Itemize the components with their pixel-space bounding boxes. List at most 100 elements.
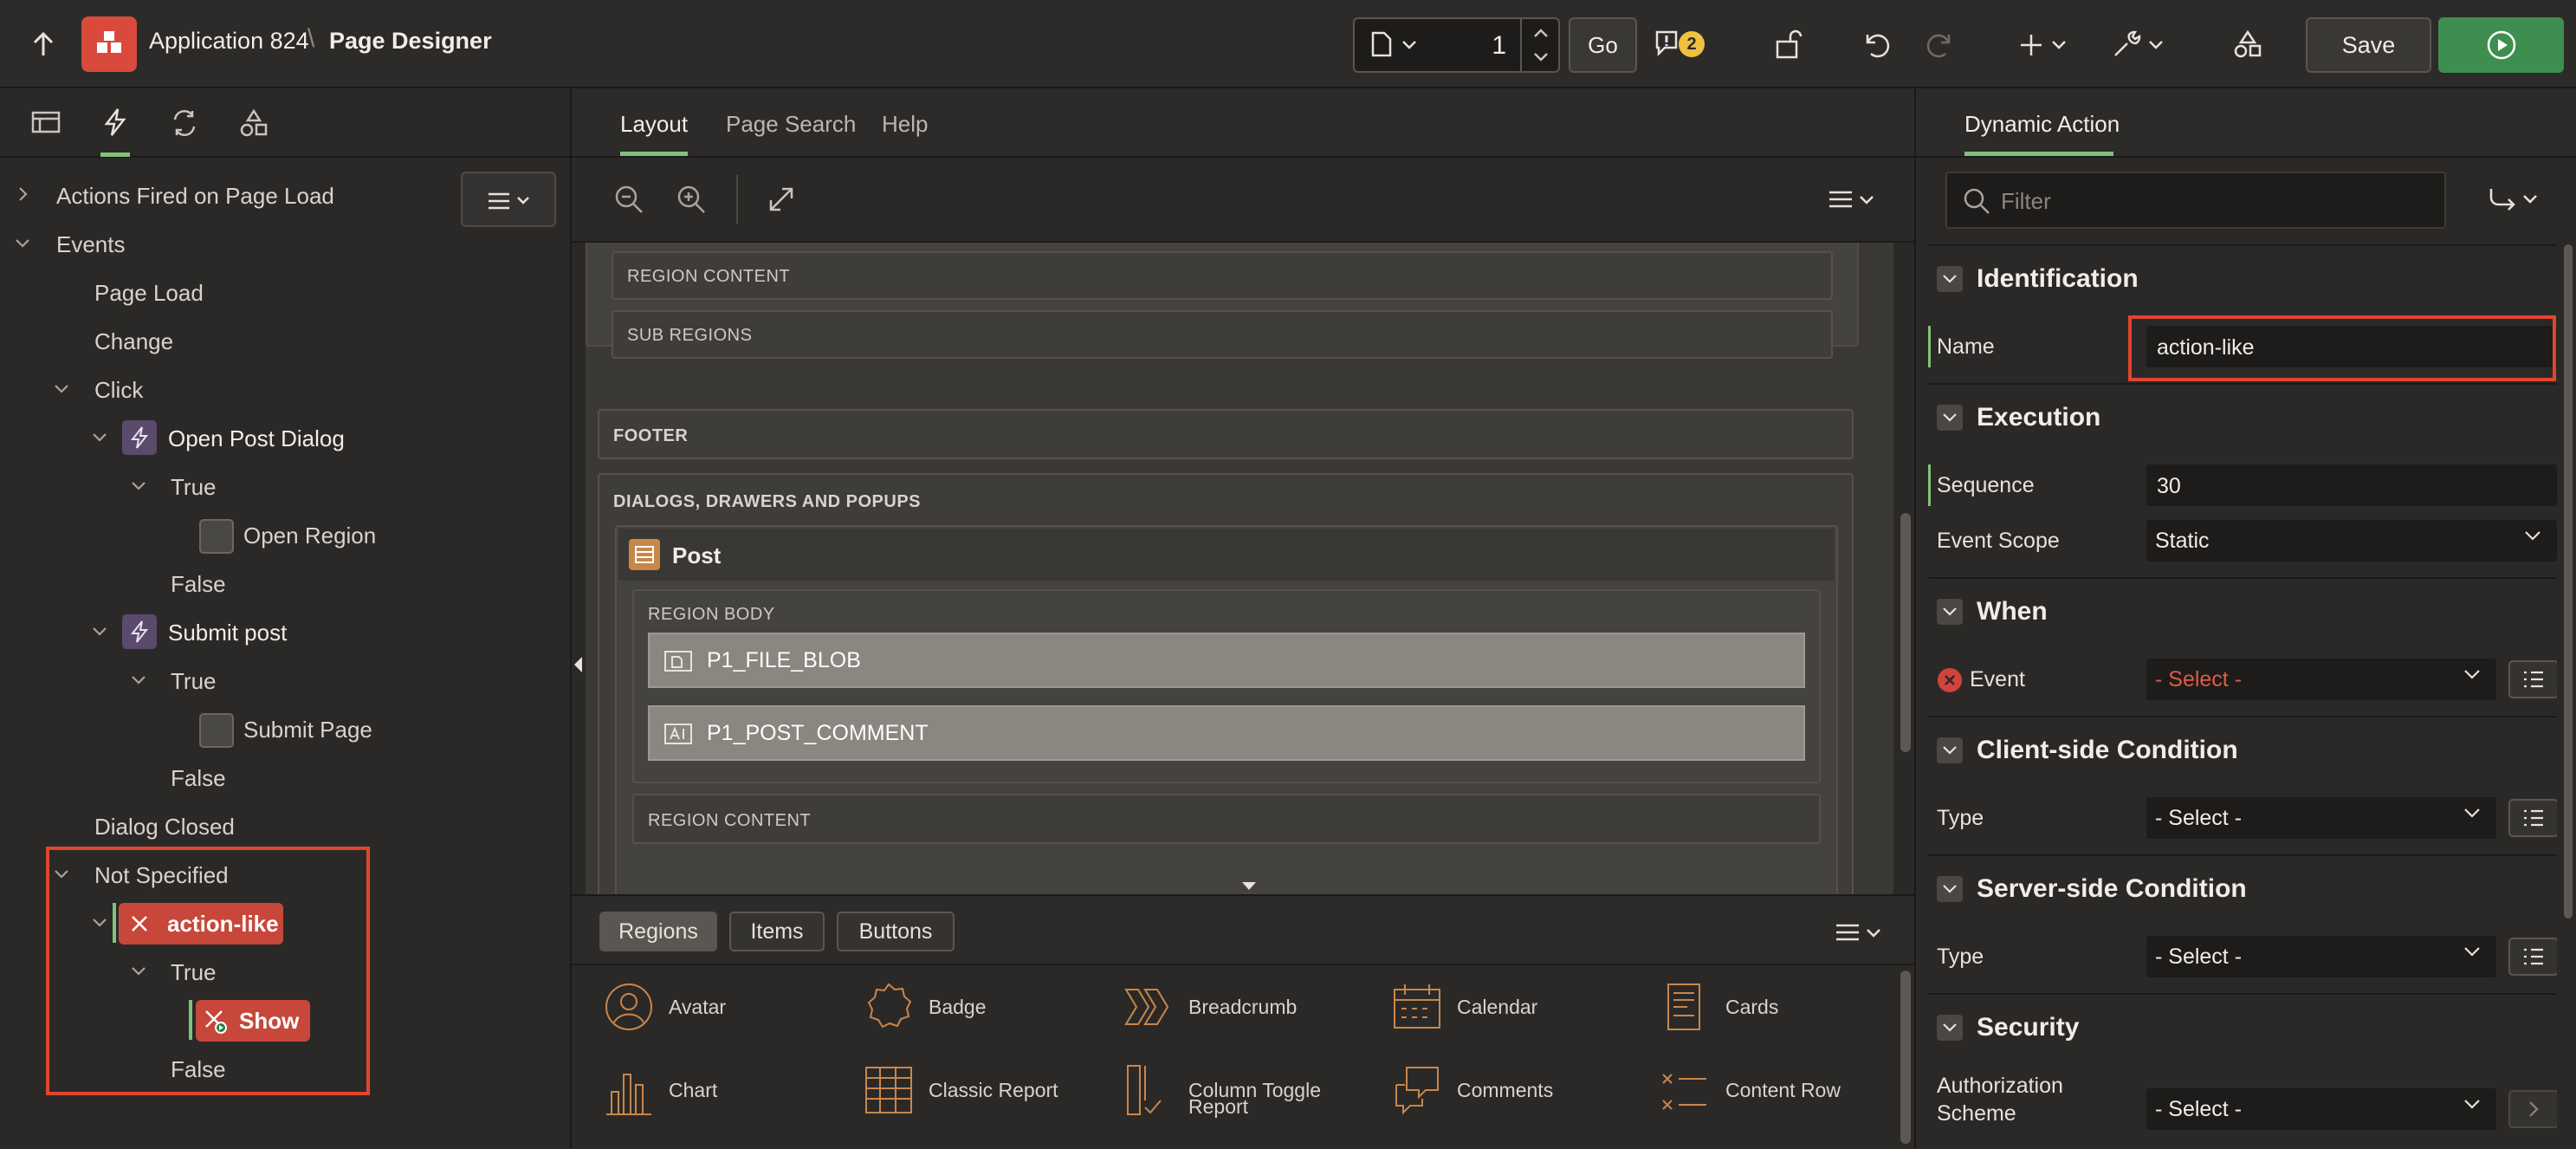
tree-node-events[interactable]: Events (56, 231, 126, 258)
tab-help[interactable]: Help (882, 111, 928, 138)
tree-node-true[interactable]: True (171, 474, 217, 501)
utilities-wrench-icon[interactable] (2112, 29, 2167, 59)
messages-count-badge[interactable]: 2 (1679, 31, 1705, 57)
server-type-select[interactable]: - Select - (2146, 936, 2496, 977)
tab-page-search[interactable]: Page Search (726, 111, 856, 138)
gallery-tab-regions[interactable]: Regions (599, 912, 717, 951)
gallery-item-content-row[interactable]: Content Row (1660, 1062, 1841, 1118)
event-select[interactable]: - Select - (2146, 659, 2496, 700)
group-identification[interactable]: Identification (1928, 244, 2557, 312)
sequence-field[interactable]: 30 (2146, 464, 2557, 506)
save-button[interactable]: Save (2306, 17, 2431, 73)
tree-node-true[interactable]: True (171, 668, 217, 695)
filter-input[interactable] (2001, 185, 2434, 217)
processing-icon[interactable] (170, 109, 199, 137)
chevron-down-icon[interactable] (130, 480, 147, 492)
list-of-values-button[interactable] (2508, 938, 2557, 976)
post-region-header[interactable] (618, 529, 1835, 581)
canvas-scrollbar[interactable] (1900, 513, 1911, 752)
gallery-tabs: Regions Items Buttons (572, 894, 1914, 965)
expand-icon[interactable] (767, 185, 795, 213)
chevron-down-icon[interactable] (14, 237, 31, 250)
gallery-item-calendar[interactable]: Calendar (1391, 981, 1537, 1033)
property-scrollbar[interactable] (2564, 244, 2573, 919)
list-of-values-button[interactable] (2508, 799, 2557, 837)
zoom-in-icon[interactable] (676, 184, 707, 215)
undo-icon[interactable] (1861, 29, 1892, 59)
client-type-select[interactable]: - Select - (2146, 797, 2496, 839)
dynamic-action-icon (122, 420, 157, 455)
tab-layout[interactable]: Layout (620, 111, 688, 138)
open-region-action-icon (199, 519, 234, 554)
splitter-arrow-down-icon[interactable] (1242, 882, 1256, 891)
group-security[interactable]: Security (1928, 993, 2557, 1061)
chevron-down-icon[interactable] (130, 674, 147, 686)
chevron-down-icon[interactable] (53, 383, 70, 395)
item-p1-post-comment[interactable]: P1_POST_COMMENT (648, 705, 1805, 761)
tree-node-actions-fired[interactable]: Actions Fired on Page Load (56, 183, 334, 210)
gallery-scrollbar[interactable] (1900, 970, 1911, 1144)
up-arrow-icon[interactable] (31, 31, 55, 57)
shared-components-tab-icon[interactable] (239, 109, 269, 137)
shared-components-icon[interactable] (2233, 29, 2262, 59)
collapse-left-arrow-icon[interactable] (574, 657, 583, 672)
group-server-side-condition[interactable]: Server-side Condition (1928, 854, 2557, 922)
application-name[interactable]: Application 824 (149, 28, 309, 55)
footer-slot[interactable] (598, 409, 1854, 459)
gallery-item-chart[interactable]: Chart (603, 1062, 717, 1118)
property-filter[interactable] (1945, 172, 2446, 229)
page-selector[interactable]: 1 (1353, 17, 1560, 73)
page-number-input[interactable]: 1 (1492, 31, 1506, 61)
tab-dynamic-action[interactable]: Dynamic Action (1964, 111, 2120, 138)
authorization-scheme-select[interactable]: - Select - (2146, 1088, 2496, 1130)
tree-node-submit-page[interactable]: Submit Page (243, 717, 372, 743)
gallery-item-badge[interactable]: Badge (863, 981, 987, 1033)
item-p1-file-blob[interactable]: P1_FILE_BLOB (648, 633, 1805, 688)
tree-node-false[interactable]: False (171, 571, 226, 598)
go-button[interactable]: Go (1569, 17, 1637, 73)
chevron-right-icon[interactable] (17, 185, 29, 203)
tree-node-open-region[interactable]: Open Region (243, 523, 376, 549)
tree-node-open-post-dialog[interactable]: Open Post Dialog (168, 425, 345, 452)
list-of-values-button[interactable] (2508, 660, 2557, 698)
tree-node-click[interactable]: Click (94, 377, 143, 404)
go-to-scheme-button[interactable] (2508, 1090, 2557, 1128)
tree-node-submit-post[interactable]: Submit post (168, 620, 287, 646)
region-content-slot[interactable] (612, 251, 1833, 300)
error-icon (1937, 667, 1963, 693)
gallery-item-cards[interactable]: Cards (1660, 981, 1778, 1033)
dynamic-actions-icon[interactable] (102, 107, 128, 137)
gallery-tab-buttons[interactable]: Buttons (837, 912, 955, 951)
event-scope-select[interactable]: Static (2146, 520, 2557, 562)
layout-canvas[interactable]: REGION CONTENT SUB REGIONS FOOTER DIALOG… (586, 243, 1893, 894)
tree-node-change[interactable]: Change (94, 328, 173, 355)
create-menu-icon[interactable] (2020, 33, 2068, 57)
chevron-down-icon[interactable] (1401, 40, 1417, 50)
gallery-tab-items[interactable]: Items (729, 912, 825, 951)
dialogs-label: DIALOGS, DRAWERS AND POPUPS (613, 492, 922, 511)
tree-menu-button[interactable] (461, 172, 556, 227)
gallery-item-comments[interactable]: Comments (1391, 1062, 1553, 1118)
go-to-group-icon[interactable] (2488, 185, 2541, 213)
tree-node-page-load[interactable]: Page Load (94, 280, 204, 307)
group-client-side-condition[interactable]: Client-side Condition (1928, 716, 2557, 783)
chevron-down-icon[interactable] (91, 626, 108, 638)
unlock-icon[interactable] (1775, 29, 1806, 59)
gallery-menu-icon[interactable] (1835, 922, 1883, 945)
tree-node-false[interactable]: False (171, 765, 226, 792)
run-page-button[interactable] (2438, 17, 2564, 73)
rendering-icon[interactable] (31, 111, 61, 133)
gallery-item-classic-report[interactable]: Classic Report (863, 1062, 1058, 1118)
zoom-out-icon[interactable] (613, 184, 644, 215)
gallery-item-avatar[interactable]: Avatar (603, 981, 726, 1033)
gallery-item-breadcrumb[interactable]: Breadcrumb (1123, 981, 1297, 1033)
layout-menu-icon[interactable] (1828, 189, 1876, 211)
tree-node-dialog-closed[interactable]: Dialog Closed (94, 814, 235, 841)
messages-icon[interactable] (1654, 29, 1679, 57)
sub-regions-slot[interactable] (612, 310, 1833, 359)
group-execution[interactable]: Execution (1928, 383, 2557, 451)
page-number-stepper[interactable] (1520, 19, 1558, 71)
redo-icon[interactable] (1925, 29, 1956, 59)
chevron-down-icon[interactable] (91, 432, 108, 444)
group-when[interactable]: When (1928, 577, 2557, 645)
